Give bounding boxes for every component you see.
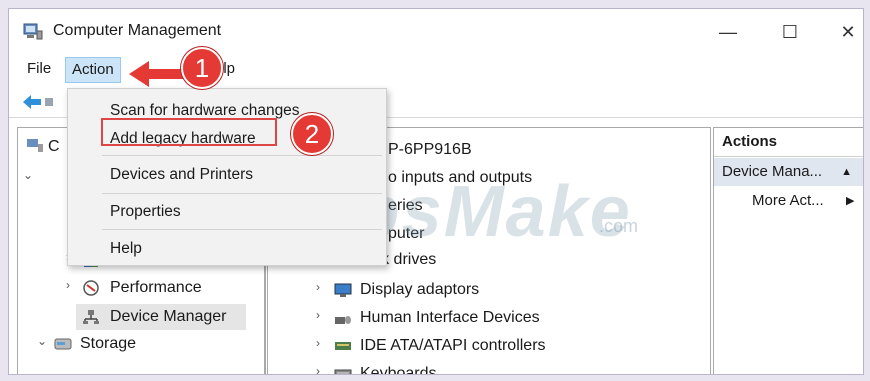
watermark-suffix: .com [599,216,639,236]
menu-properties[interactable]: Properties [110,200,181,224]
back-arrow-icon[interactable] [21,93,43,111]
chevron-right-icon[interactable]: › [312,336,324,350]
chevron-down-icon[interactable]: ⌄ [36,334,48,348]
more-actions-label: More Act... [752,192,824,209]
device-keyboards[interactable]: Keyboards [360,362,437,374]
collapse-arrow-icon[interactable]: ▲ [841,158,852,186]
actions-pane: Actions Device Mana... ▲ More Act... ▶ [713,127,863,374]
actions-device-manager[interactable]: Device Mana... ▲ [714,158,863,186]
computer-management-icon [23,23,43,40]
chevron-right-icon[interactable]: › [62,278,74,292]
step-2-badge: 2 [291,113,333,155]
menu-help[interactable]: Help [110,237,142,261]
pointer-arrow-icon [129,61,185,87]
maximize-button[interactable]: ☐ [767,17,813,47]
forward-arrow-icon[interactable] [45,93,55,111]
chevron-right-icon[interactable]: › [312,364,324,374]
computer-management-window: Computer Management — ☐ ✕ File Action el… [8,8,864,375]
close-button[interactable]: ✕ [825,17,863,47]
tree-root-label[interactable]: C [48,135,60,159]
computer-management-icon [27,139,43,152]
device-ide-controllers[interactable]: IDE ATA/ATAPI controllers [360,334,546,358]
highlight-add-legacy-hardware [101,118,277,146]
keyboard-icon [334,369,352,374]
step-1-badge: 1 [181,47,223,89]
device-display-adaptors[interactable]: Display adaptors [360,278,479,302]
tree-item-device-manager[interactable]: Device Manager [110,305,227,329]
chevron-down-icon[interactable]: ⌄ [22,168,34,182]
device-manager-icon [83,310,99,324]
menu-separator [102,155,382,156]
menu-separator [102,193,382,194]
window-title: Computer Management [53,22,222,39]
menu-separator [102,229,382,230]
actions-device-manager-label: Device Mana... [722,163,823,180]
submenu-arrow-icon: ▶ [846,195,855,207]
minimize-button[interactable]: — [705,17,751,47]
device-batteries[interactable]: eries [388,194,423,218]
actions-header: Actions [714,128,863,157]
tree-item-storage[interactable]: Storage [80,332,136,356]
menu-action[interactable]: Action [65,57,121,83]
hid-icon [335,316,351,324]
more-actions[interactable]: More Act... ▶ [752,192,854,209]
title-bar: Computer Management — ☐ ✕ [9,9,863,53]
ide-controller-icon [335,342,351,350]
device-audio-io[interactable]: o inputs and outputs [388,166,532,190]
storage-icon [54,338,72,350]
chevron-right-icon[interactable]: › [312,280,324,294]
menu-file[interactable]: File [21,57,57,81]
tree-item-performance[interactable]: Performance [110,276,202,300]
performance-icon [83,280,99,296]
host-name[interactable]: P-6PP916B [388,138,472,162]
menu-devices-printers[interactable]: Devices and Printers [110,163,253,187]
display-adapter-icon [334,283,352,297]
device-computer[interactable]: puter [388,222,424,246]
device-human-interface[interactable]: Human Interface Devices [360,306,540,330]
chevron-right-icon[interactable]: › [312,308,324,322]
action-menu: Scan for hardware changes Add legacy har… [67,88,387,266]
